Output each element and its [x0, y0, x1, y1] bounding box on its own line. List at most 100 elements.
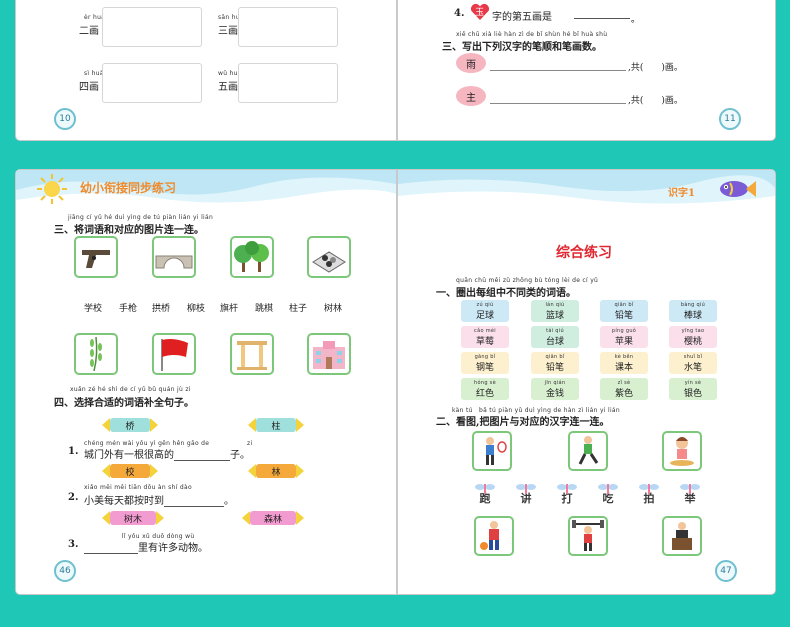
word-label: 柳枝: [187, 304, 206, 314]
answer-blank[interactable]: [174, 452, 230, 461]
sentence-text: 城门外有一根很高的 子。: [84, 450, 250, 461]
picture-basketball[interactable]: [474, 516, 514, 556]
word-tile[interactable]: qiān bǐ 铅笔: [600, 300, 648, 322]
picture-running[interactable]: [568, 431, 608, 471]
writing-box[interactable]: [238, 7, 338, 47]
word-tile[interactable]: hóng sè 红色: [461, 378, 509, 400]
word-tile[interactable]: jīn qián 金钱: [531, 378, 579, 400]
dragonfly-char[interactable]: 讲: [515, 482, 537, 506]
word-tile[interactable]: bàng qiú 棒球: [669, 300, 717, 322]
word-tile[interactable]: qiān bǐ 铅笔: [531, 352, 579, 374]
picture-flag[interactable]: [152, 333, 196, 375]
speaker-podium-icon: [672, 522, 692, 550]
word-tile[interactable]: shuǐ bǐ 水笔: [669, 352, 717, 374]
dragonfly-icon: [557, 484, 577, 494]
word-label: 旗杆: [220, 304, 239, 314]
picture-tennis[interactable]: [472, 431, 512, 471]
answer-line[interactable]: [490, 70, 626, 71]
section-title: 二、看图,把图片与对应的汉字连一连。: [436, 417, 610, 428]
writing-box[interactable]: [238, 63, 338, 103]
section-pinyin: xuǎn zé hé shì de cí yǔ bǔ quán jù zi: [70, 386, 191, 393]
top-right-page: 4. 玉 字的第五画是 。 xiě chū xià liè hàn zì de …: [398, 0, 775, 140]
candy-option[interactable]: 柱: [248, 418, 304, 432]
word-label: 树林: [324, 304, 343, 314]
word-tile[interactable]: yīng tao 樱桃: [669, 326, 717, 348]
row-label: 三画: [218, 26, 238, 37]
answer-blank[interactable]: [164, 498, 224, 507]
header-tag: 识字1: [668, 188, 695, 199]
word-label: 学校: [84, 304, 103, 314]
top-left-page: èr huà 二画 sān huà 三画 sì huà 四画 wǔ huà 五画…: [16, 0, 396, 140]
picture-weightlifting[interactable]: [568, 516, 608, 556]
word-tile[interactable]: kè běn 课本: [600, 352, 648, 374]
picture-school[interactable]: [307, 333, 351, 375]
word-tile[interactable]: zǐ sè 紫色: [600, 378, 648, 400]
row-label: 四画: [79, 82, 99, 93]
girl-eating-icon: [670, 437, 694, 466]
word-label: 跳棋: [255, 304, 274, 314]
page-title: 综合练习: [556, 245, 612, 261]
question-number: 4.: [454, 8, 465, 19]
section-title: 三、将词语和对应的图片连一连。: [54, 225, 204, 236]
word-tile[interactable]: tái qiú 台球: [531, 326, 579, 348]
dragonfly-char[interactable]: 打: [556, 482, 578, 506]
candy-option[interactable]: 树木: [102, 511, 164, 525]
sentence-number: 3.: [68, 539, 79, 550]
header-title: 幼小衔接同步练习: [80, 181, 177, 195]
section-pinyin: jiāng cí yǔ hé duì yìng de tú piàn lián …: [68, 214, 214, 221]
dragonfly-icon: [598, 484, 618, 494]
candy-option[interactable]: 校: [102, 464, 158, 478]
char-badge: 雨: [456, 53, 486, 73]
page-number: 46: [54, 560, 76, 582]
picture-gun[interactable]: [74, 236, 118, 278]
writing-box[interactable]: [102, 7, 202, 47]
word-tile[interactable]: yín sè 银色: [669, 378, 717, 400]
sentence-number: 2.: [68, 492, 79, 503]
dragonfly-char[interactable]: 跑: [474, 482, 496, 506]
dragonfly-icon: [516, 484, 536, 494]
picture-chess[interactable]: [307, 236, 351, 278]
section-pinyin: xiě chū xià liè hàn zì de bǐ shùn hé bǐ …: [456, 31, 608, 38]
section-title: 四、选择合适的词语补全句子。: [54, 398, 194, 409]
dragonfly-char[interactable]: 吃: [597, 482, 619, 506]
tennis-player-icon: [486, 437, 507, 465]
stroke-count-text: ,共( )画。: [628, 63, 683, 73]
picture-willow[interactable]: [74, 333, 118, 375]
picture-lecture[interactable]: [662, 516, 702, 556]
chess-board-icon: [312, 251, 346, 273]
picture-pillars[interactable]: [230, 333, 274, 375]
dragonfly-icon: [639, 484, 659, 494]
row-label: 二画: [79, 26, 99, 37]
school-building-icon: [313, 341, 345, 369]
word-tile[interactable]: zú qiú 足球: [461, 300, 509, 322]
word-tile[interactable]: gāng bǐ 钢笔: [461, 352, 509, 374]
word-tile[interactable]: cǎo méi 草莓: [461, 326, 509, 348]
candy-option[interactable]: 桥: [102, 418, 158, 432]
running-boy-icon: [578, 436, 599, 465]
dragonfly-char[interactable]: 拍: [638, 482, 660, 506]
stroke-count-text: ,共( )画。: [628, 96, 683, 106]
page-number: 10: [54, 108, 76, 130]
picture-trees[interactable]: [230, 236, 274, 278]
word-tile[interactable]: píng guǒ 苹果: [600, 326, 648, 348]
word-tile[interactable]: lán qiú 篮球: [531, 300, 579, 322]
willow-branch-icon: [90, 336, 102, 372]
pillars-icon: [237, 341, 267, 370]
answer-line[interactable]: [574, 18, 630, 19]
dragonfly-icon: [680, 484, 700, 494]
candy-option[interactable]: 森林: [242, 511, 304, 525]
picture-eating[interactable]: [662, 431, 702, 471]
arch-bridge-icon: [155, 255, 193, 269]
answer-blank[interactable]: [84, 545, 138, 554]
word-label: 拱桥: [152, 304, 171, 314]
word-label: 柱子: [289, 304, 308, 314]
page-number: 11: [719, 108, 741, 130]
page-number: 47: [715, 560, 737, 582]
writing-box[interactable]: [102, 63, 202, 103]
picture-bridge[interactable]: [152, 236, 196, 278]
sentence-pinyin: xiǎo měi měi tiān dōu àn shí dào: [84, 484, 192, 491]
bottom-right-page: 识字1 综合练习 quān chū měi zǔ zhōng bù tóng l…: [398, 170, 775, 594]
answer-line[interactable]: [490, 103, 626, 104]
dragonfly-char[interactable]: 举: [679, 482, 701, 506]
candy-option[interactable]: 林: [248, 464, 304, 478]
